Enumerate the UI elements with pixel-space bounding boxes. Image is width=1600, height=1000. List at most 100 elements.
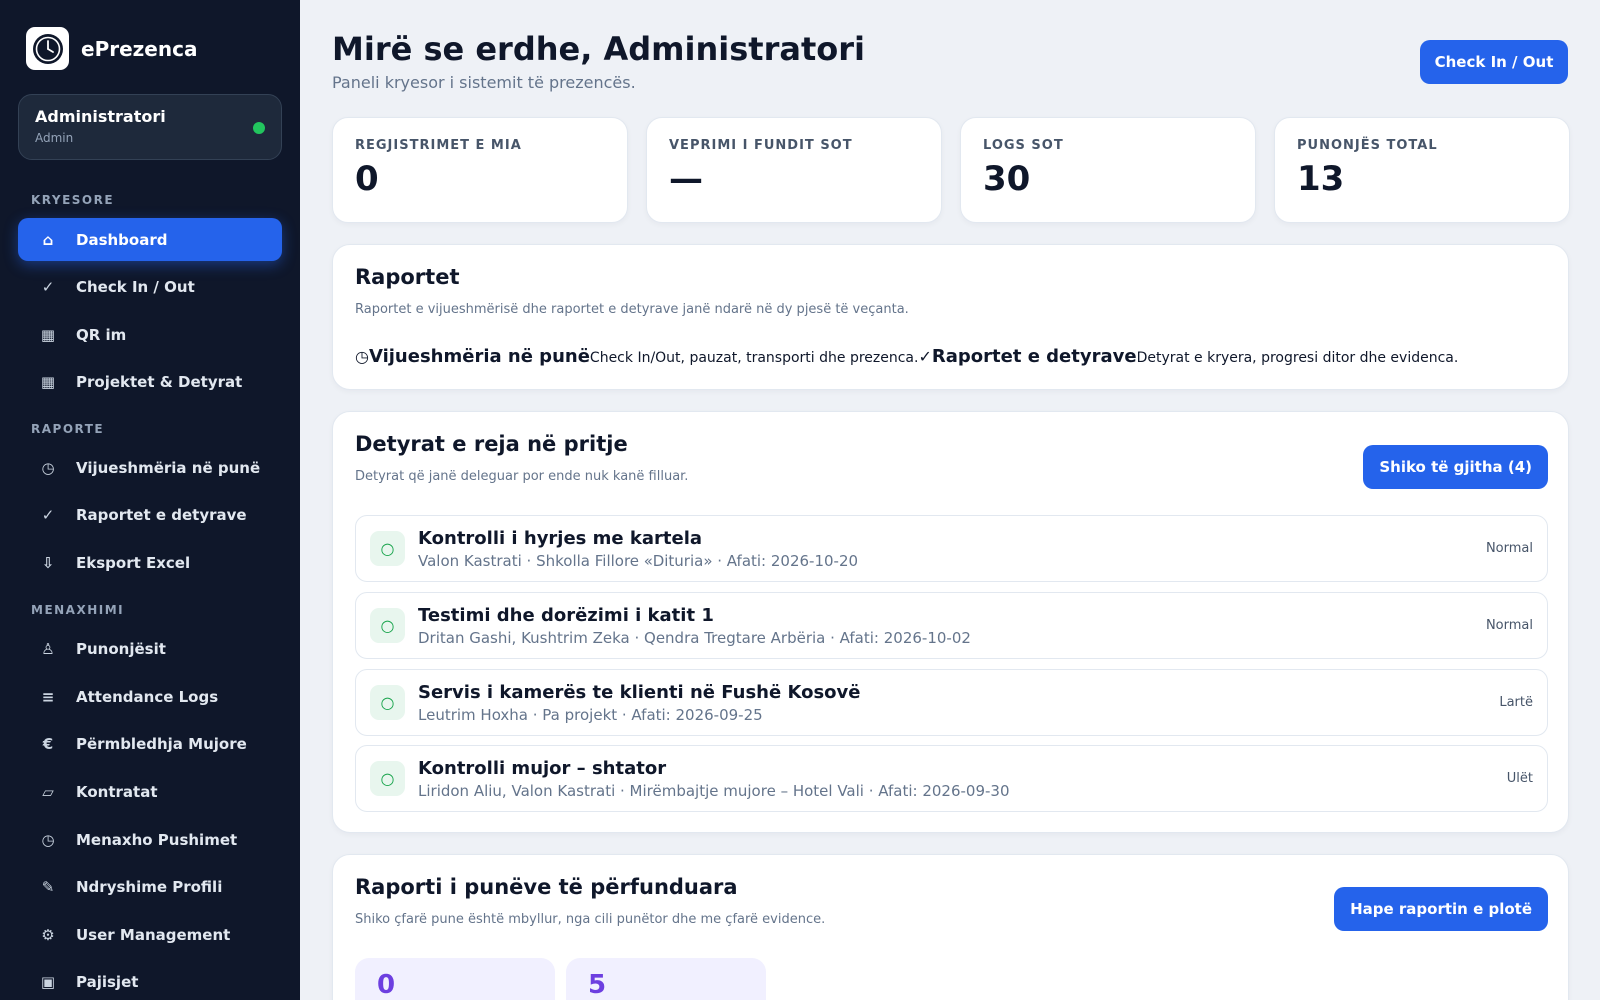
sidebar-item-label: Attendance Logs [76,687,219,706]
attendance-report-desc: Check In/Out, pauzat, transporti dhe pre… [589,350,919,366]
task-title: Servis i kamerës te klienti në Fushë Kos… [418,682,861,703]
stat-label: VEPRIMI I FUNDIT SOT [669,138,853,153]
brand[interactable]: ePrezenca [26,27,197,70]
document-icon: ▱ [42,782,54,801]
pending-tasks-panel: Detyrat e reja në pritje Detyrat që janë… [332,411,1569,833]
task-title: Kontrolli i hyrjes me kartela [418,528,703,549]
sidebar-item-dashboard[interactable]: ⌂ Dashboard [18,218,282,261]
gear-icon: ⚙ [41,925,55,944]
pencil-icon: ✎ [41,877,55,896]
view-all-tasks-button[interactable]: Shiko të gjitha (4) [1363,445,1548,489]
page-title: Mirë se erdhe, Administratori [332,30,865,68]
stat-card-my-registrations: REGJISTRIMET E MIA 0 [332,117,628,223]
check-in-out-button[interactable]: Check In / Out [1420,40,1568,84]
completed-stat-card: 5 [566,958,766,1000]
sidebar-item-label: Projektet & Detyrat [76,372,243,391]
download-icon: ⇩ [41,553,55,572]
attendance-report-link[interactable]: Vijueshmëria në punë [369,346,590,367]
sidebar-item-leave[interactable]: ◷ Menaxho Pushimet [18,818,282,861]
sidebar-item-user-management[interactable]: ⚙ User Management [18,913,282,956]
task-item[interactable]: ○ Servis i kamerës te klienti në Fushë K… [355,669,1548,736]
task-meta: Valon Kastrati · Shkolla Fillore «Dituri… [418,552,859,570]
sidebar-item-label: Raportet e detyrave [76,505,247,524]
sidebar-item-projects[interactable]: ▦ Projektet & Detyrat [18,360,282,403]
stat-value: 30 [983,159,1031,199]
task-priority: Normal [1485,618,1533,633]
task-meta: Leutrim Hoxha · Pa projekt · Afati: 2026… [418,706,763,724]
sidebar-item-contracts[interactable]: ▱ Kontratat [18,770,282,813]
sidebar-item-label: Përmbledhja Mujore [76,734,247,753]
clock-icon [26,27,69,70]
reports-subtitle: Raportet e vijueshmërisë dhe raportet e … [355,302,909,317]
sidebar-item-label: User Management [76,925,231,944]
task-priority: Normal [1485,541,1533,556]
sidebar-item-label: Kontratat [76,782,158,801]
task-meta: Liridon Aliu, Valon Kastrati · Mirëmbajt… [418,782,1010,800]
stat-value: 13 [1297,159,1345,199]
clock-icon: ◷ [41,830,55,849]
nav-section-menaxhimi: MENAXHIMI [31,603,125,617]
stat-value: 0 [355,159,379,199]
user-role: Admin [35,131,74,145]
sidebar: ePrezenca Administratori Admin KRYESORE … [0,0,300,1000]
completed-work-subtitle: Shiko çfarë pune është mbyllur, nga cili… [355,912,826,927]
task-item[interactable]: ○ Kontrolli i hyrjes me kartela Valon Ka… [355,515,1548,582]
stat-card-last-action: VEPRIMI I FUNDIT SOT — [646,117,942,223]
stat-label: REGJISTRIMET E MIA [355,138,522,153]
person-icon: ♙ [41,639,55,658]
sidebar-item-label: Menaxho Pushimet [76,830,238,849]
completed-stat-value: 0 [377,970,396,1000]
task-priority: Ulët [1506,771,1533,786]
sidebar-item-label: Ndryshime Profili [76,877,223,896]
sidebar-item-devices[interactable]: ▣ Pajisjet [18,960,282,1000]
grid-icon: ▦ [40,372,56,391]
main-content: Mirë se erdhe, Administratori Paneli kry… [300,0,1600,1000]
check-icon: ✓ [41,505,55,524]
clock-icon: ◷ [355,347,369,366]
reports-panel: Raportet Raportet e vijueshmërisë dhe ra… [332,244,1569,390]
task-report-link[interactable]: Raportet e detyrave [932,346,1137,367]
task-title: Testimi dhe dorëzimi i katit 1 [418,605,714,626]
sidebar-item-attendance[interactable]: ◷ Vijueshmëria në punë [18,446,282,489]
sidebar-item-excel-export[interactable]: ⇩ Eksport Excel [18,541,282,584]
sidebar-item-label: Check In / Out [76,277,195,296]
reports-title: Raportet [355,265,460,289]
completed-stat-value: 5 [588,970,607,1000]
sidebar-item-label: Punonjësit [76,639,166,658]
sidebar-item-monthly-summary[interactable]: € Përmbledhja Mujore [18,722,282,765]
circle-icon: ○ [370,761,405,796]
task-priority: Lartë [1499,695,1533,710]
home-icon: ⌂ [42,230,54,249]
stat-label: LOGS SOT [983,138,1064,153]
stat-value: — [669,159,703,199]
open-full-report-button[interactable]: Hape raportin e plotë [1334,887,1548,931]
sidebar-item-label: Vijueshmëria në punë [76,458,261,477]
sidebar-item-qr[interactable]: ▦ QR im [18,313,282,356]
completed-work-title: Raporti i punëve të përfunduara [355,875,738,899]
task-item[interactable]: ○ Testimi dhe dorëzimi i katit 1 Dritan … [355,592,1548,659]
check-icon: ✓ [41,277,55,296]
device-icon: ▣ [40,972,56,991]
task-report-desc: Detyrat e kryera, progresi ditor dhe evi… [1136,350,1459,366]
stat-card-logs-today: LOGS SOT 30 [960,117,1256,223]
qr-icon: ▦ [40,325,56,344]
sidebar-item-task-reports[interactable]: ✓ Raportet e detyrave [18,493,282,536]
sidebar-item-label: Pajisjet [76,972,139,991]
page-subtitle: Paneli kryesor i sistemit të prezencës. [332,73,636,92]
circle-icon: ○ [370,608,405,643]
sidebar-item-employees[interactable]: ♙ Punonjësit [18,627,282,670]
nav-section-kryesore: KRYESORE [31,193,115,207]
task-item[interactable]: ○ Kontrolli mujor – shtator Liridon Aliu… [355,745,1548,812]
completed-work-panel: Raporti i punëve të përfunduara Shiko çf… [332,854,1569,1000]
euro-icon: € [42,734,54,753]
user-name: Administratori [35,107,166,126]
sidebar-item-check-in-out[interactable]: ✓ Check In / Out [18,265,282,308]
sidebar-item-profile-changes[interactable]: ✎ Ndryshime Profili [18,865,282,908]
check-icon: ✓ [918,347,932,366]
pending-tasks-title: Detyrat e reja në pritje [355,432,628,456]
sidebar-item-attendance-logs[interactable]: ≡ Attendance Logs [18,675,282,718]
brand-name: ePrezenca [81,36,198,61]
user-card[interactable]: Administratori Admin [18,94,282,160]
pending-tasks-subtitle: Detyrat që janë deleguar por ende nuk ka… [355,469,689,484]
stat-card-total-employees: PUNONJËS TOTAL 13 [1274,117,1570,223]
